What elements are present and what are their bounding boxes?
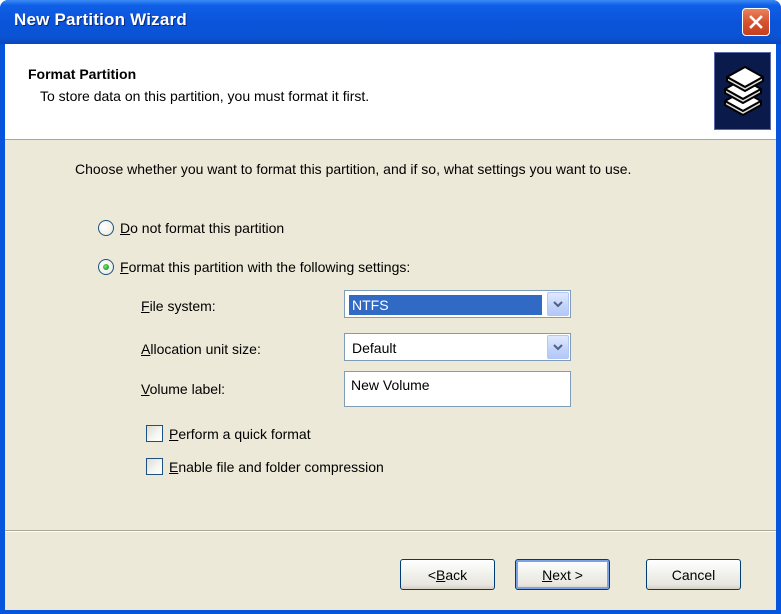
radio-button[interactable] xyxy=(98,220,114,236)
checkbox[interactable] xyxy=(146,458,163,475)
radio-label: Do not format this partition xyxy=(120,220,285,236)
dropdown-button[interactable] xyxy=(547,335,569,359)
quick-format-checkbox[interactable]: Perform a quick format xyxy=(146,425,311,442)
wizard-window: New Partition Wizard Format Partition To… xyxy=(0,0,781,614)
cancel-button[interactable]: Cancel xyxy=(646,559,741,590)
close-icon xyxy=(749,15,763,29)
file-system-dropdown[interactable]: NTFS xyxy=(344,290,571,318)
page-subtitle: To store data on this partition, you mus… xyxy=(40,88,370,104)
close-button[interactable] xyxy=(742,8,770,36)
radio-format-with-settings[interactable]: Format this partition with the following… xyxy=(98,259,410,275)
dialog-body: Format Partition To store data on this p… xyxy=(5,44,776,610)
checkbox[interactable] xyxy=(146,425,163,442)
dropdown-button[interactable] xyxy=(547,292,569,316)
volume-label-label: Volume label: xyxy=(141,381,226,397)
volume-label-input[interactable]: New Volume xyxy=(344,371,571,407)
page-title: Format Partition xyxy=(28,66,137,82)
allocation-unit-dropdown[interactable]: Default xyxy=(344,333,571,361)
footer-divider xyxy=(5,530,776,532)
checkbox-label: Perform a quick format xyxy=(169,425,311,442)
compression-checkbox[interactable]: Enable file and folder compression xyxy=(146,458,384,475)
back-button[interactable]: < Back xyxy=(400,559,495,590)
chevron-down-icon xyxy=(553,344,563,351)
file-system-label: File system: xyxy=(141,298,216,314)
instruction-text: Choose whether you want to format this p… xyxy=(75,161,632,177)
chevron-down-icon xyxy=(553,301,563,308)
window-title: New Partition Wizard xyxy=(14,10,187,29)
allocation-unit-label: Allocation unit size: xyxy=(141,341,261,357)
wizard-header: Format Partition To store data on this p… xyxy=(5,44,776,140)
stacked-disks-icon xyxy=(714,52,771,130)
checkbox-label: Enable file and folder compression xyxy=(169,458,384,475)
file-system-value: NTFS xyxy=(349,295,542,315)
radio-button-selected[interactable] xyxy=(98,259,114,275)
allocation-unit-value: Default xyxy=(352,340,397,356)
radio-label: Format this partition with the following… xyxy=(120,259,411,275)
title-bar[interactable]: New Partition Wizard xyxy=(0,0,781,44)
next-button[interactable]: Next > xyxy=(515,559,610,590)
radio-do-not-format[interactable]: Do not format this partition xyxy=(98,220,284,236)
